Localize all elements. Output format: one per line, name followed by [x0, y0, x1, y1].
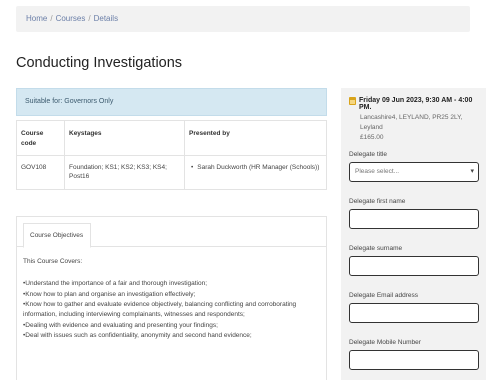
- delegate-surname-label: Delegate surname: [349, 245, 403, 253]
- presenters-cell: Sarah Duckworth (HR Manager (Schools)): [184, 154, 327, 190]
- column-header-keystages: Keystages: [64, 120, 185, 156]
- booking-panel: Friday 09 Jun 2023, 9:30 AM - 4:00 PM. L…: [341, 88, 486, 380]
- venue-line: Lancashire4, LEYLAND, PR25 2LY,: [360, 114, 463, 121]
- breadcrumb-home-link[interactable]: Home: [26, 14, 47, 23]
- tab-strip: Course Objectives: [17, 217, 326, 248]
- presenter-item: Sarah Duckworth (HR Manager (Schools)): [189, 163, 322, 173]
- delegate-surname-input[interactable]: [349, 256, 479, 277]
- session-venue: Lancashire4, LEYLAND, PR25 2LY, Leyland …: [349, 113, 478, 143]
- tab-course-objectives[interactable]: Course Objectives: [23, 223, 91, 248]
- tab-content-course-objectives: This Course Covers: Understand the impor…: [17, 247, 326, 352]
- course-tabs-panel: Course Objectives This Course Covers: Un…: [16, 216, 327, 380]
- breadcrumb: Home / Courses / Details: [16, 6, 470, 32]
- breadcrumb-separator: /: [88, 14, 91, 23]
- suitability-alert: Suitable for: Governors Only: [16, 88, 327, 116]
- delegate-title-value: Please select...: [355, 168, 400, 176]
- presenter-list: Sarah Duckworth (HR Manager (Schools)): [189, 163, 322, 173]
- list-item: Deal with issues such as confidentiality…: [23, 331, 320, 341]
- page-title: Conducting Investigations: [16, 55, 183, 71]
- delegate-first-name-input[interactable]: [349, 209, 479, 230]
- session-date: Friday 09 Jun 2023, 9:30 AM - 4:00 PM.: [359, 97, 473, 111]
- breadcrumb-separator: /: [50, 14, 53, 23]
- session-date-row: Friday 09 Jun 2023, 9:30 AM - 4:00 PM.: [349, 97, 478, 111]
- delegate-mobile-label: Delegate Mobile Number: [349, 339, 421, 347]
- list-item: Know how to gather and evaluate evidence…: [23, 300, 320, 320]
- list-item: Know how to plan and organise an investi…: [23, 290, 320, 300]
- delegate-title-select[interactable]: Please select...: [349, 162, 479, 183]
- objectives-list: Understand the importance of a fair and …: [23, 279, 320, 341]
- table-row: GOV108 Foundation; KS1; KS2; KS3; KS4; P…: [16, 154, 327, 190]
- calendar-icon: [349, 97, 356, 105]
- list-item: Dealing with evidence and evaluating and…: [23, 321, 320, 331]
- course-details-table: Course code Keystages Presented by GOV10…: [16, 120, 327, 190]
- delegate-title-label: Delegate title: [349, 151, 387, 159]
- delegate-mobile-input[interactable]: [349, 350, 479, 371]
- objectives-intro: This Course Covers:: [23, 258, 83, 265]
- delegate-email-label: Delegate Email address: [349, 292, 419, 300]
- delegate-email-input[interactable]: [349, 303, 479, 324]
- list-item: Understand the importance of a fair and …: [23, 279, 320, 289]
- column-header-course-code: Course code: [16, 120, 65, 156]
- keystages-cell: Foundation; KS1; KS2; KS3; KS4; Post16: [64, 154, 185, 190]
- breadcrumb-current: Details: [93, 14, 119, 23]
- table-header-row: Course code Keystages Presented by: [16, 120, 327, 156]
- column-header-presented-by: Presented by: [184, 120, 327, 156]
- delegate-first-name-label: Delegate first name: [349, 198, 406, 206]
- venue-line: Leyland: [360, 124, 383, 132]
- course-code-cell: GOV108: [16, 154, 65, 190]
- session-price: £165.00: [360, 134, 384, 142]
- presenter-name: Sarah Duckworth (HR Manager (Schools)): [197, 163, 320, 171]
- breadcrumb-courses-link[interactable]: Courses: [56, 14, 86, 23]
